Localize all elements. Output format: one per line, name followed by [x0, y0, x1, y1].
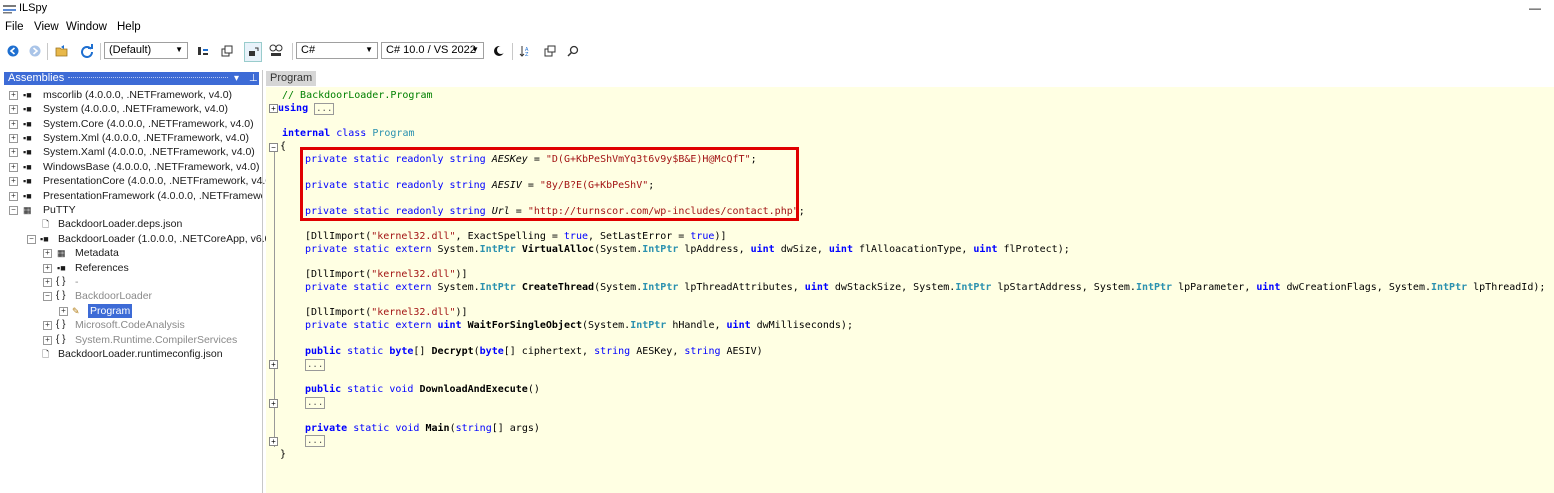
assemblies-pane-header: Assemblies ▾ ⊥ — [4, 72, 259, 85]
fold-toggle-class[interactable]: − — [269, 143, 278, 152]
tree-item-namespace-backdoorloader[interactable]: −{ } BackdoorLoader — [0, 289, 262, 303]
assembly-icon: ▪■ — [23, 162, 32, 172]
tree-item-references[interactable]: + ▪■ References — [0, 261, 262, 275]
pane-menu-icon[interactable]: ▾ — [234, 72, 239, 85]
sort-icon[interactable]: AZ — [518, 42, 532, 60]
search-icon[interactable] — [566, 42, 580, 60]
menu-view[interactable]: View — [34, 21, 59, 33]
tree-item-program-label: Program — [88, 304, 133, 318]
assemblies-pane: Assemblies ▾ ⊥ + ▪■ mscorlib (4.0.0.0, .N… — [0, 70, 275, 493]
svg-text:Z: Z — [525, 52, 529, 57]
assembly-icon: ▪■ — [23, 176, 32, 186]
assembly-icon: ▪■ — [23, 191, 32, 201]
menu-window[interactable]: Window — [66, 21, 107, 33]
chevron-down-icon: ▼ — [175, 45, 183, 54]
assembly-list-select[interactable]: (Default) ▼ — [104, 42, 188, 59]
tree-item-putty[interactable]: − ▦ PuTTY — [0, 203, 262, 217]
windows-icon[interactable] — [543, 42, 557, 60]
assembly-list-value: (Default) — [109, 44, 152, 56]
namespace-icon: { } — [56, 334, 66, 345]
pin-icon[interactable] — [244, 42, 262, 62]
class-icon: ✎ — [72, 306, 80, 316]
back-icon[interactable] — [6, 42, 20, 60]
open-folder-icon[interactable] — [55, 42, 69, 60]
package-icon: ▦ — [23, 205, 32, 215]
metadata-icon: ▦ — [57, 248, 66, 258]
ilspy-app-icon — [3, 5, 16, 14]
tree-item-presentationframework[interactable]: + ▪■ PresentationFramework (4.0.0.0, .NET… — [0, 189, 262, 203]
tree-item-namespace-empty[interactable]: +{ } - — [0, 275, 262, 289]
tree-item-namespace-codeanalysis[interactable]: +{ } Microsoft.CodeAnalysis — [0, 318, 262, 332]
tree-item-runtimeconfig[interactable]: 🗋 BackdoorLoader.runtimeconfig.json — [0, 347, 262, 361]
minimize-button[interactable]: — — [1525, 1, 1545, 17]
tree-item-namespace-compilerservices[interactable]: +{ } System.Runtime.CompilerServices — [0, 333, 262, 347]
tree-item-mscorlib[interactable]: + ▪■ mscorlib (4.0.0.0, .NETFramework, v4… — [0, 88, 262, 102]
language-version-select[interactable]: C# 10.0 / VS 2022 ▼ — [381, 42, 484, 59]
references-icon: ▪■ — [57, 263, 66, 273]
reload-icon[interactable] — [79, 42, 95, 60]
file-icon: 🗋 — [42, 349, 50, 359]
assembly-icon: ▪■ — [23, 119, 32, 129]
menu-file[interactable]: File — [5, 21, 24, 33]
fold-toggle-decrypt[interactable]: + — [269, 360, 278, 369]
tree-item-metadata[interactable]: + ▦ Metadata — [0, 246, 262, 260]
assembly-icon: ▪■ — [23, 90, 32, 100]
chevron-down-icon: ▼ — [365, 45, 373, 54]
language-value: C# — [301, 44, 316, 56]
assembly-icon: ▪■ — [23, 104, 32, 114]
tree-item-backdoorloader[interactable]: − ▪■ BackdoorLoader (1.0.0.0, .NETCoreApp… — [0, 232, 274, 246]
tree-item-system[interactable]: + ▪■ System (4.0.0.0, .NETFramework, v4.0… — [0, 102, 262, 116]
theme-icon[interactable] — [492, 42, 506, 60]
file-icon: 🗋 — [42, 219, 50, 229]
tree-item-system-xml[interactable]: + ▪■ System.Xml (4.0.0.0, .NETFramework, … — [0, 131, 262, 145]
namespace-icon: { } — [56, 276, 66, 287]
fold-toggle-main[interactable]: + — [269, 437, 278, 446]
fold-toggle-download[interactable]: + — [269, 399, 278, 408]
namespace-icon: { } — [56, 319, 66, 330]
assemblies-pane-title: Assemblies — [8, 72, 65, 84]
assembly-icon: ▪■ — [23, 147, 32, 157]
assembly-icon: ▪■ — [23, 133, 32, 143]
namespace-icon: { } — [56, 290, 66, 301]
title-bar: ILSpy — — [0, 0, 1554, 19]
fold-toggle-using[interactable]: + — [269, 104, 278, 113]
language-version-value: C# 10.0 / VS 2022 — [386, 44, 476, 56]
language-select[interactable]: C# ▼ — [296, 42, 378, 59]
pane-pin-icon[interactable]: ⊥ — [249, 72, 258, 85]
sort-assemblies-icon[interactable] — [196, 42, 210, 60]
window-title: ILSpy — [19, 2, 48, 14]
tree-item-system-core[interactable]: + ▪■ System.Core (4.0.0.0, .NETFramework,… — [0, 117, 262, 131]
tab-program[interactable]: Program — [266, 71, 317, 86]
tree-item-program[interactable]: + ✎ Program — [0, 304, 262, 318]
tree-item-windowsbase[interactable]: + ▪■ WindowsBase (4.0.0.0, .NETFramework,… — [0, 160, 262, 174]
menu-bar: File View Window Help — [0, 19, 1554, 38]
toolbar: (Default) ▼ C# ▼ C# 10.0 / VS 2022 ▼ AZ — [0, 39, 1554, 65]
menu-help[interactable]: Help — [117, 21, 141, 33]
api-visibility-icon[interactable] — [268, 42, 284, 60]
document-tab-bar: Program — [264, 70, 1554, 87]
assembly-icon: ▪■ — [40, 234, 49, 244]
forward-icon[interactable] — [28, 42, 42, 60]
highlight-box — [300, 147, 799, 221]
tree-item-system-xaml[interactable]: + ▪■ System.Xaml (4.0.0.0, .NETFramework,… — [0, 145, 262, 159]
tree-item-deps-json[interactable]: 🗋 BackdoorLoader.deps.json — [0, 217, 262, 231]
collapse-all-icon[interactable] — [220, 42, 234, 60]
chevron-down-icon: ▼ — [471, 45, 479, 54]
tree-item-presentationcore[interactable]: + ▪■ PresentationCore (4.0.0.0, .NETFrame… — [0, 174, 275, 188]
